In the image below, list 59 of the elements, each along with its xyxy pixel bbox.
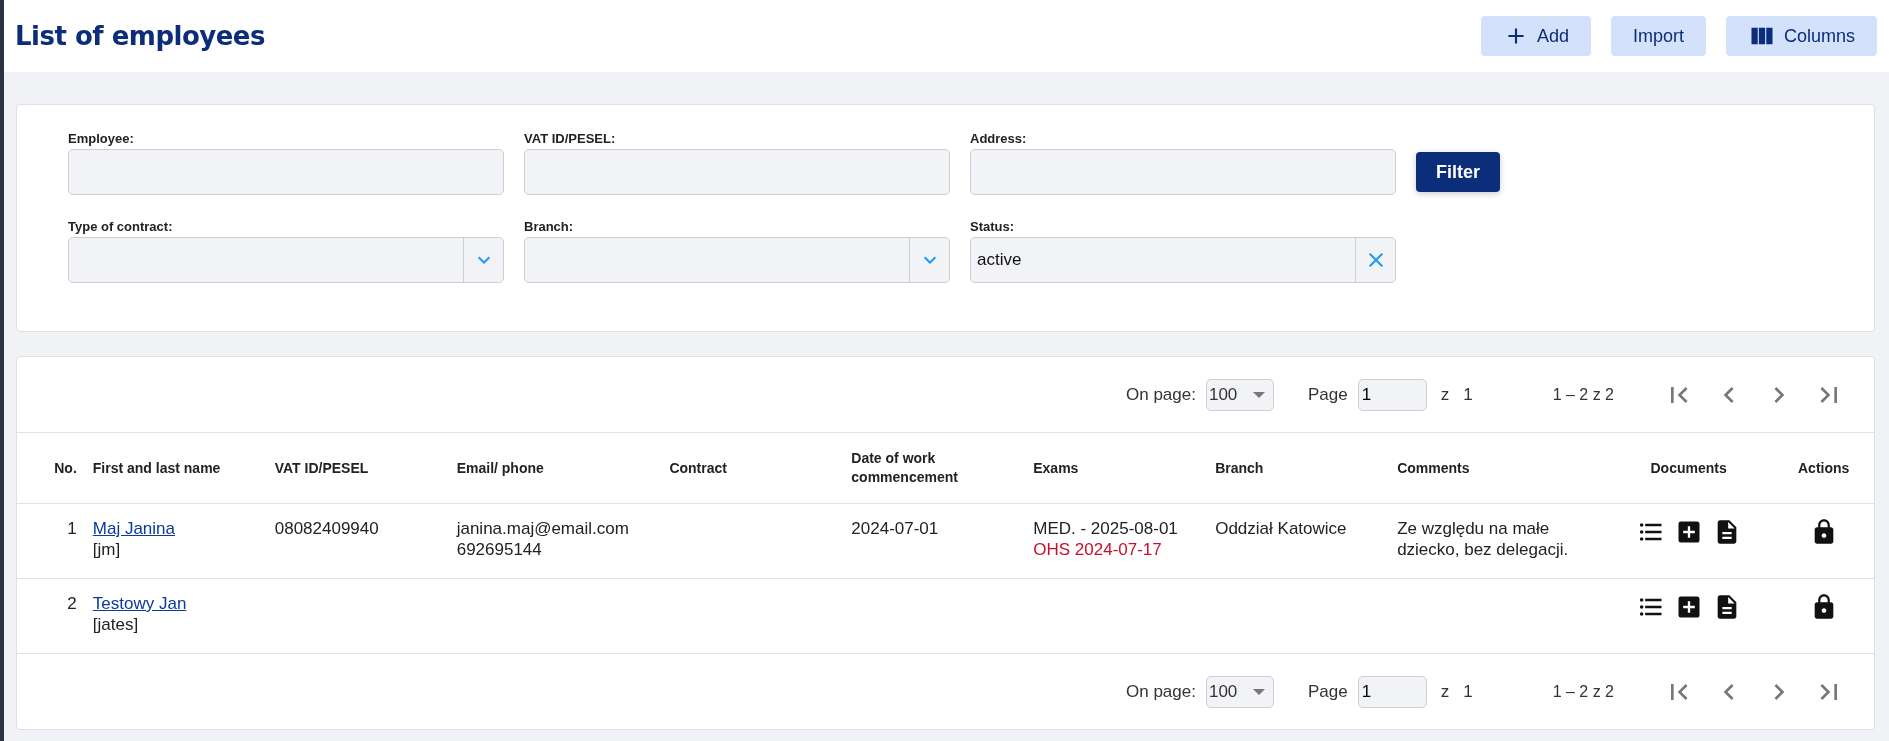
column-header: VAT ID/PESEL (266, 432, 449, 504)
input-field[interactable] (524, 149, 950, 195)
column-header: Actions (1773, 432, 1874, 504)
table-cell: Ze względu na małe dziecko, bez delegacji. (1389, 503, 1604, 579)
field-label: Address: (970, 131, 1028, 146)
field-value: active (976, 249, 1023, 271)
per-page-select[interactable]: 100 (1205, 675, 1274, 708)
column-header: First and last name (84, 432, 267, 504)
filter-button[interactable]: Filter (1416, 152, 1500, 192)
table-cell: 2024-07-01 (843, 503, 1026, 579)
page-count: 1 (1463, 384, 1473, 405)
employee-link[interactable]: Testowy Jan (92, 594, 187, 613)
column-header: Comments (1389, 432, 1604, 504)
column-header: Exams (1025, 432, 1208, 504)
email-text: janina.maj@email.com (456, 518, 630, 539)
exam-text: MED. - 2025-08-01 (1033, 518, 1179, 539)
column-header: No. (17, 432, 85, 504)
field-label: Branch: (524, 219, 575, 234)
table-cell: Oddział Katowice (1207, 503, 1390, 579)
phone-text: 692695144 (456, 539, 543, 560)
per-page-label: On page: (1126, 681, 1196, 702)
table-cell: 1 (17, 503, 85, 579)
caret-icon (1252, 391, 1265, 398)
per-page-select[interactable]: 100 (1205, 378, 1274, 411)
range-text: 1 – 2 z 2 (1552, 385, 1614, 404)
exam-text: OHS 2024-07-17 (1033, 539, 1163, 560)
page-label: Page (1307, 384, 1348, 405)
page-count: 1 (1463, 681, 1473, 702)
page-input[interactable]: 1 (1357, 675, 1427, 708)
page-input[interactable]: 1 (1357, 378, 1427, 411)
columns-button[interactable]: Columns (1725, 16, 1877, 56)
field-label: Type of contract: (68, 219, 174, 234)
column-header: Email/ phone (448, 432, 662, 504)
field-label: VAT ID/PESEL: (524, 131, 617, 146)
column-header: Branch (1207, 432, 1390, 504)
column-header: Documents (1603, 432, 1774, 504)
field-label: Status: (970, 219, 1016, 234)
field-label: Employee: (68, 131, 135, 146)
table-cell: 08082409940 (266, 503, 449, 579)
employee-link[interactable]: Maj Janina (92, 519, 175, 538)
per-page-label: On page: (1126, 384, 1196, 405)
page-of-label: z (1440, 681, 1450, 702)
login-text: [jm] (92, 539, 122, 560)
range-text: 1 – 2 z 2 (1552, 682, 1614, 701)
login-text: [jates] (92, 614, 140, 635)
select-field[interactable] (68, 237, 504, 283)
add-button[interactable]: Add (1480, 16, 1591, 56)
column-header: Date of work commencement (843, 432, 1026, 504)
select-field[interactable]: active (970, 237, 1396, 283)
input-field[interactable] (68, 149, 504, 195)
caret-icon (1252, 688, 1265, 695)
select-field[interactable] (524, 237, 950, 283)
input-field[interactable] (970, 149, 1396, 195)
page-of-label: z (1440, 384, 1450, 405)
import-button[interactable]: Import (1610, 16, 1706, 56)
table-cell: 2 (17, 578, 85, 654)
column-header: Contract (661, 432, 844, 504)
page-label: Page (1307, 681, 1348, 702)
page-title: List of employees (15, 21, 266, 51)
